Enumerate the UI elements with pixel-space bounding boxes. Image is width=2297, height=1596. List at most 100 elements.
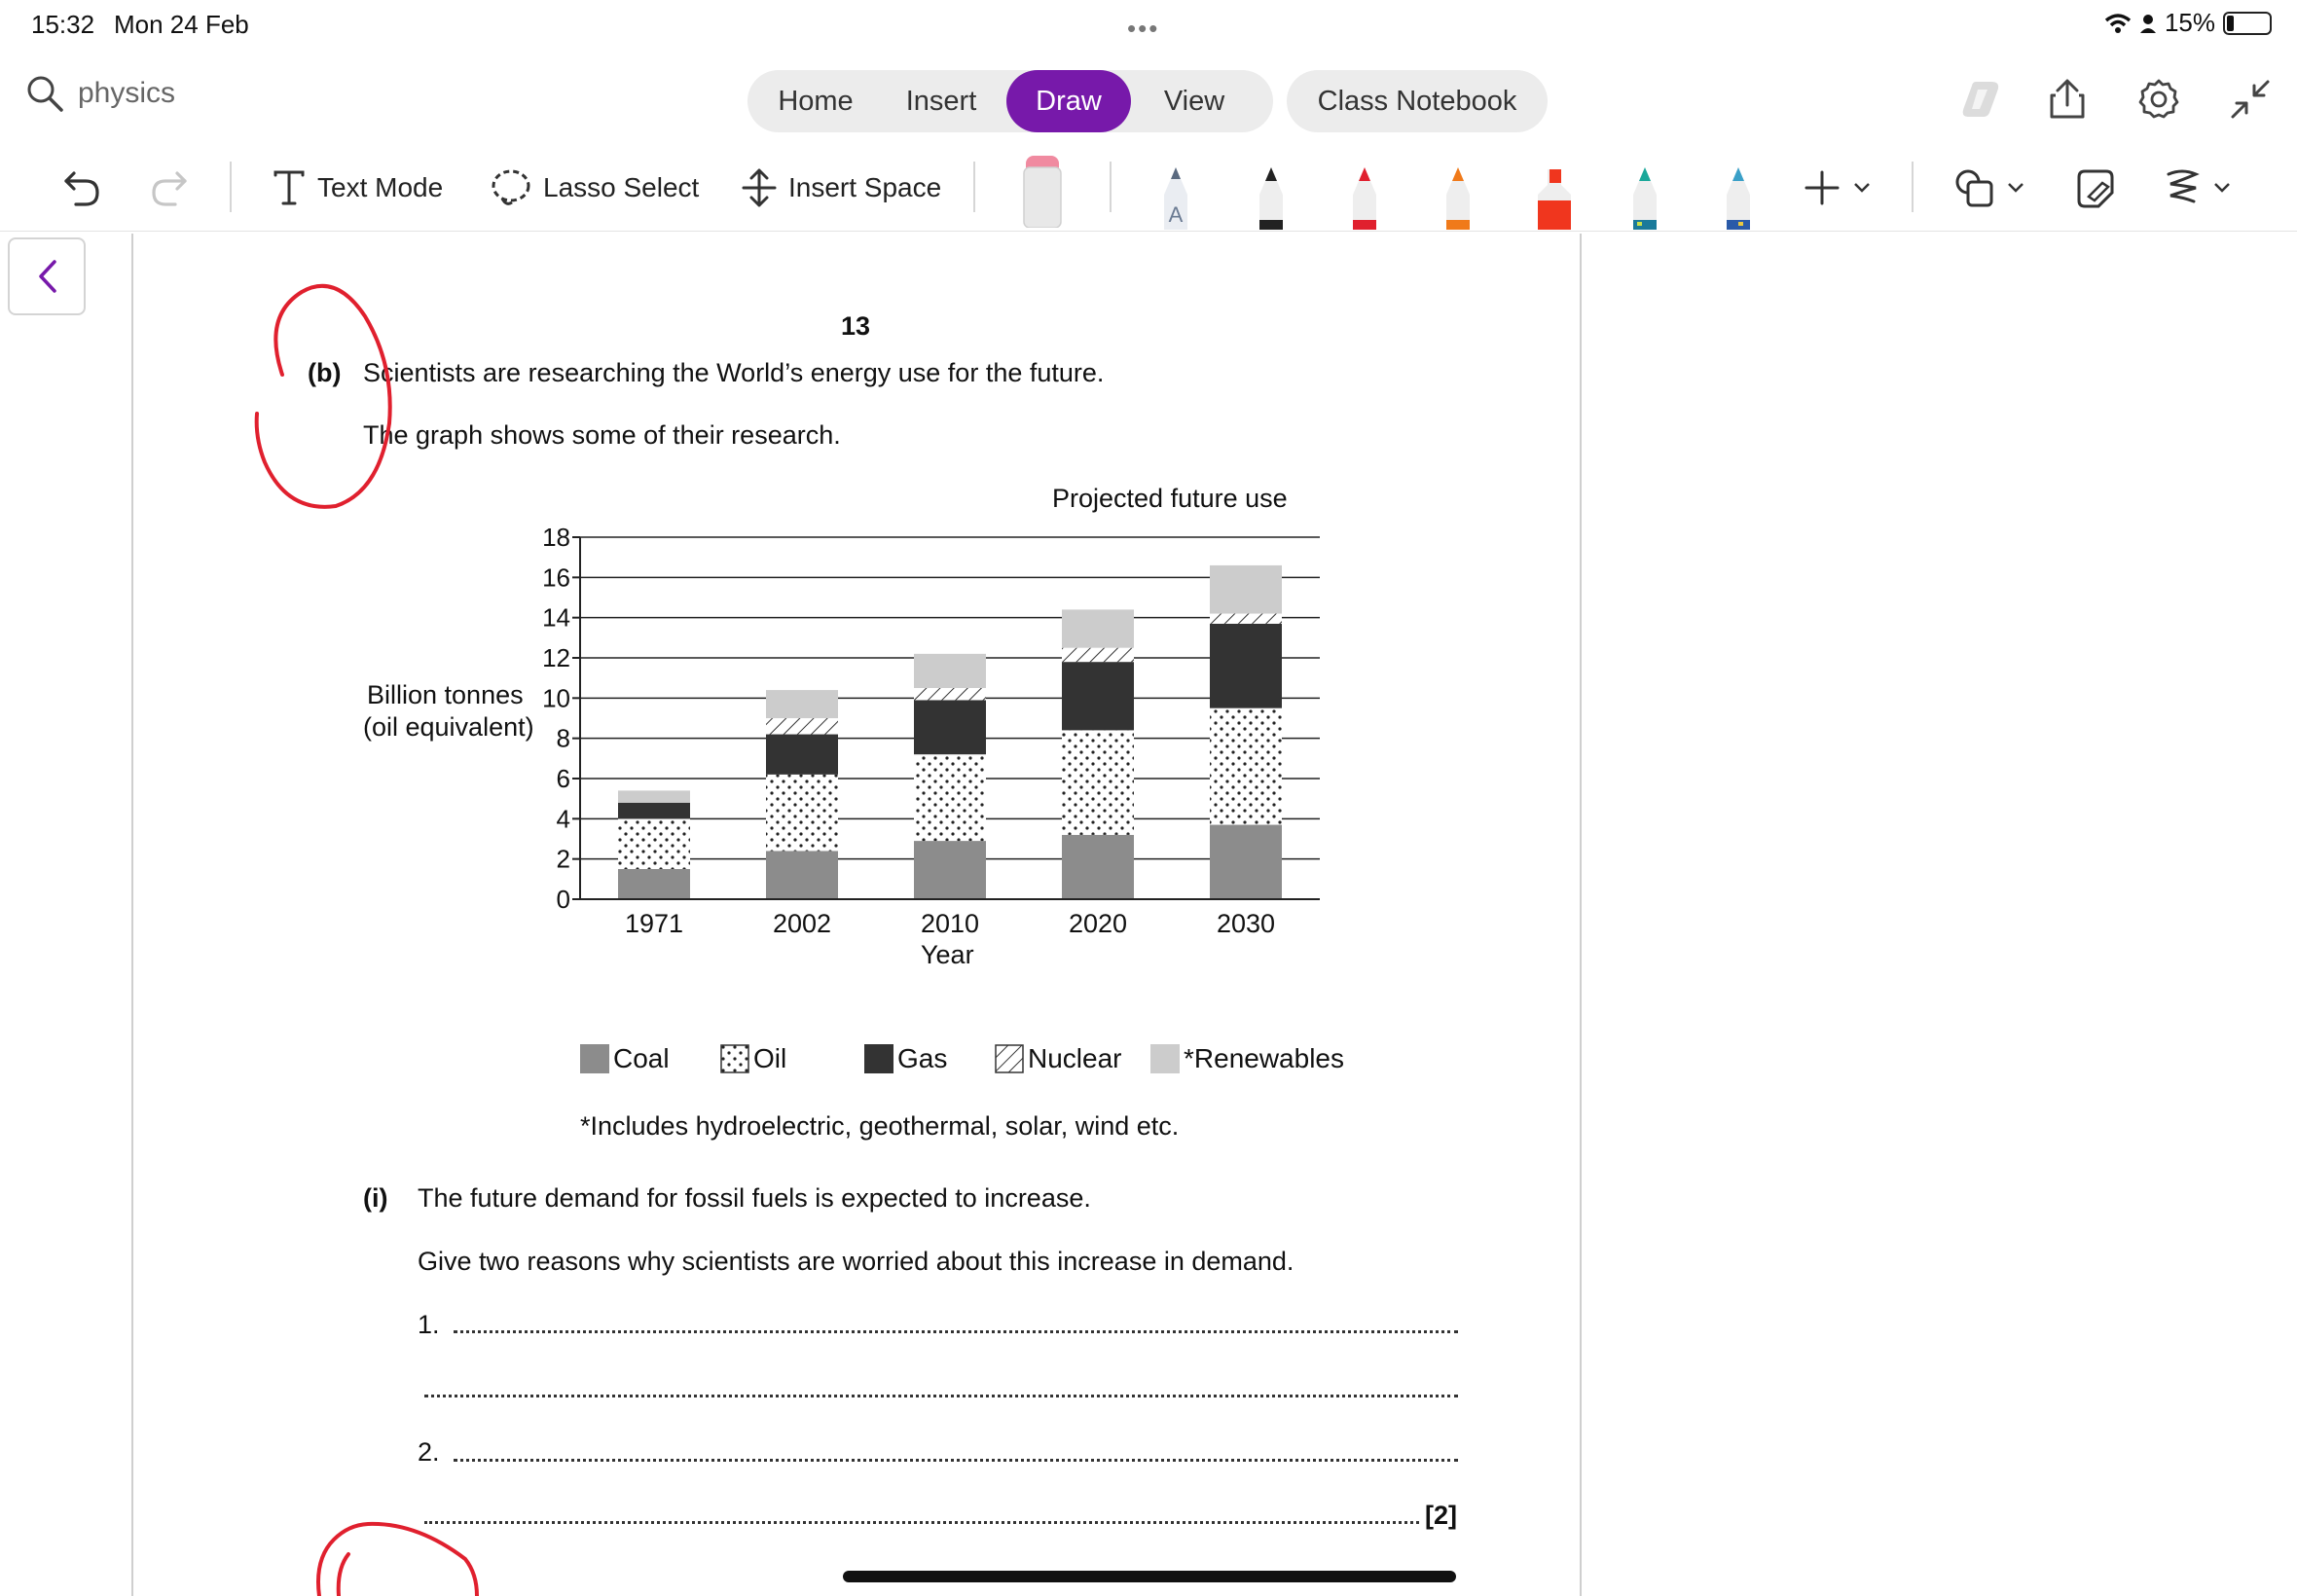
bar-segment-renewables-1971 — [618, 790, 690, 803]
eraser-icon[interactable] — [1020, 154, 1065, 228]
toolbar-divider — [973, 162, 975, 212]
legend-label-nuclear: Nuclear — [1028, 1043, 1122, 1073]
legend-swatch-coal — [580, 1044, 609, 1073]
legend-swatch-oil — [720, 1044, 749, 1073]
bar-segment-oil-2030 — [1210, 707, 1282, 825]
legend-swatch-nuclear — [995, 1044, 1024, 1073]
back-button[interactable] — [8, 237, 86, 315]
lasso-select-button[interactable]: Lasso Select — [491, 154, 699, 222]
ink-to-shape-icon[interactable] — [2073, 167, 2118, 212]
answer-line-2b[interactable] — [424, 1520, 1419, 1524]
y-tick-label: 2 — [557, 845, 570, 874]
pencil-a-icon[interactable]: A — [1154, 165, 1197, 230]
legend-label-oil: Oil — [753, 1043, 787, 1073]
status-time: 15:32 — [31, 10, 95, 39]
y-tick-label: 0 — [557, 885, 570, 914]
answer-line-1b[interactable] — [424, 1394, 1458, 1397]
red-ink-stroke-annotation[interactable] — [310, 1520, 485, 1596]
copilot-icon[interactable] — [1958, 78, 2005, 121]
x-tick-label: 2030 — [1217, 909, 1275, 938]
tab-home[interactable]: Home — [755, 70, 876, 132]
page-edge-right — [1580, 234, 1582, 1596]
bar-segment-renewables-2020 — [1062, 609, 1134, 648]
bar-segment-nuclear-2020 — [1062, 647, 1134, 663]
bar-segment-coal-2010 — [914, 841, 986, 899]
settings-gear-icon[interactable] — [2137, 78, 2180, 121]
plus-icon — [1805, 170, 1840, 205]
x-axis-label: Year — [921, 940, 974, 969]
x-tick-label: 2020 — [1069, 909, 1127, 938]
ink-replay-button[interactable] — [2163, 154, 2231, 222]
red-highlighter-icon[interactable] — [1528, 165, 1581, 230]
red-pen-icon[interactable] — [1343, 165, 1386, 230]
tab-insert[interactable]: Insert — [876, 70, 1006, 132]
legend-gas: Gas — [864, 1043, 947, 1074]
marks-label: [2] — [1425, 1501, 1457, 1530]
sub-question-label: (i) — [363, 1183, 388, 1213]
question-line-1: The future demand for fossil fuels is ex… — [418, 1183, 1091, 1213]
toolbar-divider — [1912, 162, 1914, 212]
bar-segment-gas-2020 — [1062, 662, 1134, 731]
galaxy-pen-green-icon[interactable] — [1623, 165, 1666, 230]
question-line-2: Give two reasons why scientists are worr… — [418, 1247, 1294, 1276]
page-number: 13 — [841, 311, 871, 341]
bar-segment-coal-2020 — [1062, 834, 1134, 899]
y-tick-label: 16 — [542, 562, 570, 592]
shapes-icon — [1955, 169, 1993, 207]
collapse-icon[interactable] — [2229, 78, 2272, 121]
x-tick-label: 1971 — [625, 909, 683, 938]
home-indicator[interactable] — [843, 1571, 1456, 1582]
bar-segment-oil-2020 — [1062, 730, 1134, 835]
black-pen-icon[interactable] — [1250, 165, 1293, 230]
text-mode-button[interactable]: Text Mode — [273, 154, 443, 222]
ink-replay-icon — [2167, 169, 2200, 203]
y-tick-label: 4 — [557, 804, 570, 833]
orange-pen-icon[interactable] — [1437, 165, 1479, 230]
answer-line-1a[interactable] — [454, 1329, 1458, 1333]
bar-segment-oil-1971 — [618, 818, 690, 869]
legend-label-gas: Gas — [897, 1043, 948, 1073]
add-pen-button[interactable] — [1803, 154, 1871, 222]
redo-icon[interactable] — [148, 163, 191, 212]
bar-segment-coal-2002 — [766, 851, 838, 899]
bar-segment-gas-2002 — [766, 734, 838, 775]
y-tick-label: 8 — [557, 724, 570, 753]
status-right: 15% — [2104, 8, 2272, 38]
tab-draw[interactable]: Draw — [1006, 70, 1131, 132]
text-mode-label: Text Mode — [317, 172, 444, 202]
tab-view[interactable]: View — [1131, 70, 1258, 132]
footnote: *Includes hydroelectric, geothermal, sol… — [580, 1111, 1180, 1141]
search-box[interactable]: physics — [25, 74, 175, 113]
answer-line-2a[interactable] — [454, 1458, 1458, 1462]
chart-annotation: Projected future use — [1052, 484, 1288, 513]
tab-class-notebook[interactable]: Class Notebook — [1287, 70, 1548, 132]
svg-text:A: A — [1169, 202, 1184, 227]
insert-space-button[interactable]: Insert Space — [742, 154, 941, 222]
multitasking-dots-icon[interactable]: ••• — [1127, 14, 1159, 44]
bar-segment-coal-1971 — [618, 869, 690, 899]
bar-segment-nuclear-2002 — [766, 718, 838, 735]
wifi-icon — [2104, 13, 2132, 33]
intro-line-1: Scientists are researching the World’s e… — [363, 358, 1105, 387]
galaxy-pen-blue-icon[interactable] — [1717, 165, 1760, 230]
bar-segment-gas-2030 — [1210, 623, 1282, 708]
search-icon[interactable] — [25, 74, 64, 113]
top-bar: physics Home Insert Draw View Class Note… — [0, 45, 2297, 154]
red-ink-circle-annotation[interactable] — [243, 277, 419, 511]
answer-2-label: 2. — [418, 1437, 440, 1467]
y-tick-label: 18 — [542, 523, 570, 552]
toolbar-divider — [1110, 162, 1112, 212]
text-cursor-icon — [273, 170, 305, 205]
search-text[interactable]: physics — [78, 77, 175, 110]
shapes-button[interactable] — [1952, 154, 2024, 222]
undo-icon[interactable] — [60, 163, 103, 212]
draw-toolbar: Text Mode Lasso Select Insert Space A — [0, 154, 2297, 232]
legend-swatch-renewables — [1150, 1044, 1180, 1073]
insert-space-icon — [742, 168, 777, 207]
share-icon[interactable] — [2048, 78, 2087, 121]
lasso-icon — [492, 169, 530, 205]
y-tick-label: 14 — [542, 603, 570, 633]
bar-segment-nuclear-2030 — [1210, 613, 1282, 624]
insert-space-label: Insert Space — [788, 172, 942, 202]
chevron-down-icon — [2214, 183, 2230, 193]
